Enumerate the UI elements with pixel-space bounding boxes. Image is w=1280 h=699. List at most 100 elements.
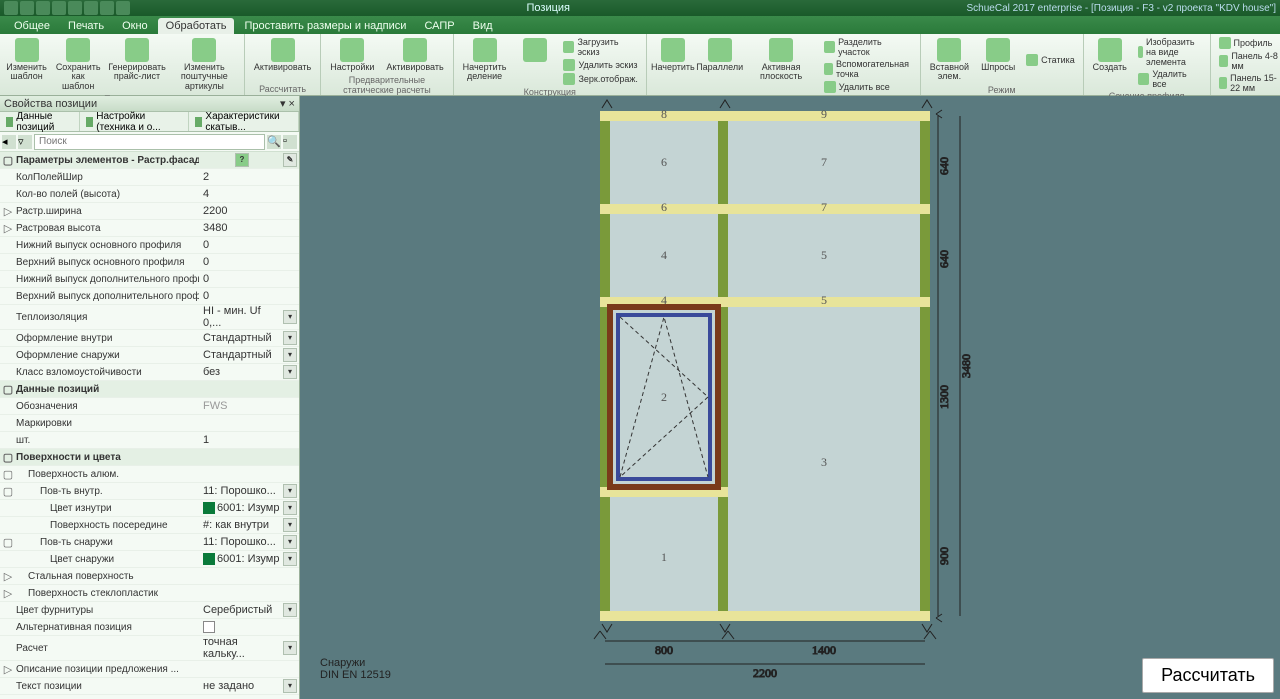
property-row[interactable]: Альтернативная позиция [0,619,299,636]
property-row[interactable]: Цвет снаружи6001: Изумр▾ [0,551,299,568]
ribbon-small-button[interactable]: Удалить эскиз [561,58,639,72]
property-value[interactable]: Стандартный▾ [199,331,297,345]
ribbon-button[interactable]: Начертить [653,36,693,94]
ribbon-button[interactable]: Настройки [327,36,377,74]
property-value[interactable]: 0 [199,256,297,268]
dropdown-icon[interactable]: ▾ [283,535,297,549]
property-row[interactable]: Цвет изнутри6001: Изумр▾ [0,500,299,517]
property-row[interactable]: ▢Параметры элементов - Растр.фасад?✎ [0,152,299,169]
ribbon-button[interactable]: Активировать [383,36,446,74]
property-value[interactable]: 0 [199,290,297,302]
property-row[interactable]: ▢Поверхность алюм. [0,466,299,483]
ribbon-small-button[interactable]: Профиль [1217,36,1280,50]
qat-icon[interactable] [20,1,34,15]
dropdown-icon[interactable]: ▾ [283,641,297,655]
property-row[interactable]: ▷Описание позиции предложения ... [0,661,299,678]
property-row[interactable]: ОбозначенияFWS [0,398,299,415]
property-value[interactable]: Серебристый▾ [199,603,297,617]
expand-icon[interactable]: ▷ [2,205,14,218]
quick-access-toolbar[interactable] [4,1,130,15]
ribbon-button[interactable]: Изменить шаблон [6,36,47,93]
ribbon-small-button[interactable]: Статика [1024,53,1077,67]
tab-1[interactable]: Печать [60,18,112,34]
dropdown-icon[interactable]: ▾ [283,518,297,532]
dropdown-icon[interactable]: ▾ [283,365,297,379]
property-value[interactable]: ?✎ [199,153,297,167]
qat-icon[interactable] [84,1,98,15]
ribbon-button[interactable]: Генерировать прайс-лист [109,36,164,93]
edit-icon[interactable]: ✎ [283,153,297,167]
property-row[interactable]: ▢Пов-ть снаружи11: Порошко...▾ [0,534,299,551]
dropdown-icon[interactable]: ▾ [283,310,297,324]
property-value[interactable]: Стандартный▾ [199,348,297,362]
panel-tab[interactable]: Настройки (техника и о... [80,112,189,131]
ribbon-small-button[interactable]: Изобразить на виде элемента [1136,36,1204,68]
property-row[interactable]: Кол-во полей (высота)4 [0,186,299,203]
expand-icon[interactable]: ▷ [2,663,14,676]
property-row[interactable]: КолПолейШир2 [0,169,299,186]
property-value[interactable]: 2 [199,171,297,183]
expand-icon[interactable]: ▢ [2,451,14,464]
panel-tab[interactable]: Характеристики скатыв... [189,112,299,131]
ribbon-button[interactable]: Сохранить как шаблон [53,36,103,93]
dropdown-icon[interactable]: ▾ [283,484,297,498]
property-row[interactable]: Верхний выпуск основного профиля0 [0,254,299,271]
qat-icon[interactable] [52,1,66,15]
ribbon-small-button[interactable]: Панель 15-22 мм [1217,72,1280,94]
filter-icon[interactable]: ◂ [2,135,16,149]
ribbon-small-button[interactable]: Загрузить эскиз [561,36,639,58]
ribbon-button[interactable]: Параллели [699,36,741,94]
property-row[interactable]: ▷Поверхность стеклопластик [0,585,299,602]
property-row[interactable]: Нижний выпуск дополнительного профиля0 [0,271,299,288]
ribbon-button[interactable] [515,36,555,86]
ribbon-small-button[interactable]: Разделить участок [822,36,914,58]
property-row[interactable]: ▢Данные позиций [0,381,299,398]
ribbon-small-button[interactable]: Панель 4-8 мм [1217,50,1280,72]
property-row[interactable]: ▷Растровая высота3480 [0,220,299,237]
tab-6[interactable]: Вид [465,18,501,34]
transom[interactable] [600,611,930,621]
expand-icon[interactable]: ▷ [2,570,14,583]
property-value[interactable] [199,621,297,633]
ribbon-button[interactable]: Изменить поштучные артикулы [171,36,238,93]
search-input[interactable] [34,134,265,150]
property-row[interactable]: Класс взломоустойчивостибез▾ [0,364,299,381]
property-value[interactable]: точная кальку...▾ [199,636,297,660]
mullion-v[interactable] [920,111,930,621]
expand-icon[interactable]: ▢ [2,468,14,481]
property-row[interactable]: Маркировки [0,415,299,432]
dropdown-icon[interactable]: ▾ [283,331,297,345]
panel-tab[interactable]: Данные позиций [0,112,80,131]
property-value[interactable]: HI - мин. Uf 0,...▾ [199,305,297,329]
property-row[interactable]: Поверхность посередине#: как внутри▾ [0,517,299,534]
expand-icon[interactable]: ▢ [2,383,14,396]
property-value[interactable]: 0 [199,273,297,285]
dropdown-icon[interactable]: ▾ [283,603,297,617]
property-value[interactable]: 11: Порошко...▾ [199,535,297,549]
search-icon[interactable]: 🔍 [267,135,281,149]
property-row[interactable]: Цвет фурнитурыСеребристый▾ [0,602,299,619]
dropdown-icon[interactable]: ▾ [283,679,297,693]
property-value[interactable]: 3480 [199,222,297,234]
property-row[interactable]: Нижний выпуск основного профиля0 [0,237,299,254]
property-value[interactable]: 0 [199,239,297,251]
qat-icon[interactable] [116,1,130,15]
tab-2[interactable]: Окно [114,18,156,34]
ribbon-small-button[interactable]: Удалить все [822,80,914,94]
property-value[interactable]: 6001: Изумр▾ [199,552,297,566]
qat-icon[interactable] [100,1,114,15]
property-row[interactable]: ▢Поверхности и цвета [0,449,299,466]
tab-0[interactable]: Общее [6,18,58,34]
expand-icon[interactable]: ▷ [2,222,14,235]
ribbon-button[interactable]: Активная плоскость [746,36,815,94]
property-value[interactable]: 6001: Изумр▾ [199,501,297,515]
ribbon-button[interactable]: Шпросы [978,36,1018,84]
property-value[interactable]: без▾ [199,365,297,379]
property-row[interactable]: ТеплоизоляцияHI - мин. Uf 0,...▾ [0,305,299,330]
ribbon-small-button[interactable]: Удалить все [1136,68,1204,90]
property-row[interactable]: Верхний выпуск дополнительного профиля0 [0,288,299,305]
dropdown-icon[interactable]: ▾ [283,552,297,566]
transom[interactable] [600,204,930,214]
property-value[interactable]: 2200 [199,205,297,217]
drawing-canvas[interactable]: 6 7 4 5 2 3 1 8 9 6 7 4 5 640 640 1300 9… [300,96,1280,699]
